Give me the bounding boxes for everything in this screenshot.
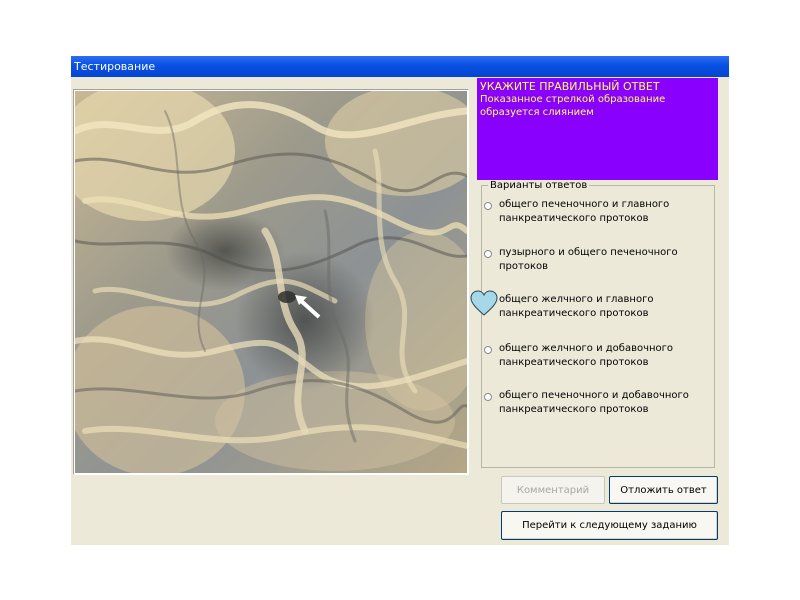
answer-option-3[interactable]: общего желчного и главного панкреатическ… (470, 290, 710, 321)
window-title: Тестирование (71, 56, 729, 77)
radio-button[interactable] (484, 202, 492, 210)
answer-option-1[interactable]: общего печеночного и главного панкреатич… (484, 198, 710, 226)
answer-option-label: общего желчного и добавочного панкреатич… (499, 343, 674, 368)
test-window: Тестирование УКАЖИТЕ ПРАВИЛЬНЫЙ ОТВЕТ По… (71, 56, 729, 545)
heart-icon[interactable] (470, 290, 498, 318)
next-task-button[interactable]: Перейти к следующему заданию (501, 511, 718, 540)
specimen-image-frame (73, 89, 469, 475)
question-header: УКАЖИТЕ ПРАВИЛЬНЫЙ ОТВЕТ (480, 80, 660, 93)
radio-button[interactable] (484, 346, 492, 354)
postpone-answer-button[interactable]: Отложить ответ (609, 476, 718, 504)
comment-button[interactable]: Комментарий (501, 476, 605, 504)
radio-button[interactable] (484, 393, 492, 401)
specimen-image (75, 91, 467, 473)
answer-options-legend: Варианты ответов (488, 180, 590, 191)
question-text: Показанное стрелкой образование образует… (480, 94, 666, 118)
answer-option-label: общего печеночного и добавочного панкреа… (499, 390, 689, 415)
answer-option-4[interactable]: общего желчного и добавочного панкреатич… (484, 342, 710, 370)
answer-option-label: общего печеночного и главного панкреатич… (499, 199, 670, 224)
question-panel: УКАЖИТЕ ПРАВИЛЬНЫЙ ОТВЕТ Показанное стре… (477, 78, 718, 180)
answer-option-label: общего желчного и главного панкреатическ… (499, 294, 654, 319)
answer-options-group: Варианты ответов общего печеночного и гл… (470, 180, 715, 468)
answer-option-label: пузырного и общего печеночного протоков (499, 247, 678, 272)
radio-button[interactable] (484, 250, 492, 258)
answer-option-5[interactable]: общего печеночного и добавочного панкреа… (484, 389, 710, 417)
answer-option-2[interactable]: пузырного и общего печеночного протоков (484, 246, 710, 274)
